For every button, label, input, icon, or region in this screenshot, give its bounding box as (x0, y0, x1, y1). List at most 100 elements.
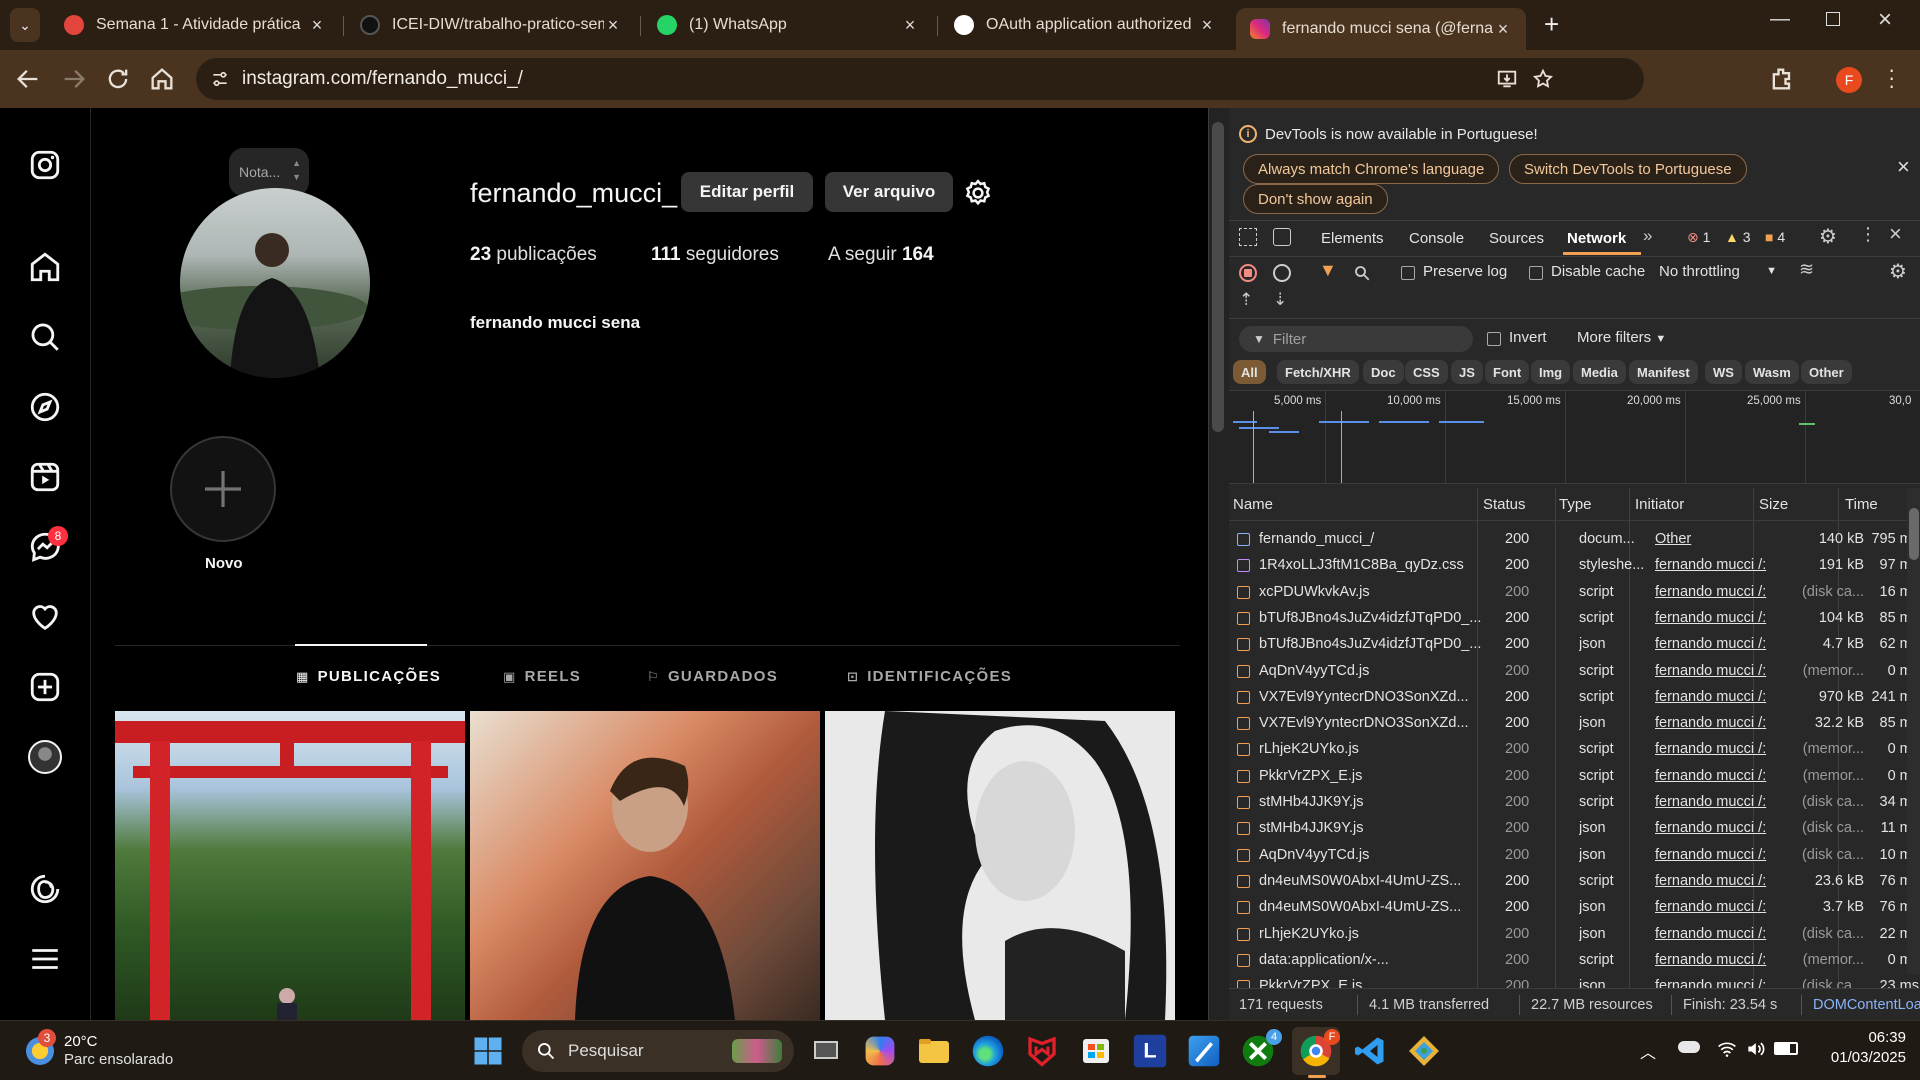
post-thumbnail-1[interactable] (115, 711, 465, 1020)
git-tool-icon[interactable] (1406, 1033, 1442, 1069)
tab-network[interactable]: Network (1567, 230, 1626, 247)
clock[interactable]: 06:39 01/03/2025 (1820, 1029, 1906, 1066)
close-icon[interactable]: × (901, 15, 919, 36)
table-row[interactable]: data:application/x-... 200 script fernando … (1229, 947, 1919, 973)
tray-overflow-icon[interactable]: ︿ (1640, 1039, 1656, 1063)
chip-fetch-xhr[interactable]: Fetch/XHR (1277, 360, 1359, 384)
close-icon[interactable]: × (308, 15, 326, 36)
home-icon[interactable] (28, 250, 62, 284)
close-banner-icon[interactable]: × (1897, 154, 1910, 180)
cell-initiator[interactable]: fernando mucci /: (1655, 741, 1780, 757)
table-row[interactable]: PkkrVrZPX_E.js 200 script fernando mucci /:… (1229, 763, 1919, 789)
wifi-icon[interactable] (1716, 1039, 1738, 1059)
profile-avatar[interactable]: F (1836, 67, 1862, 93)
issues-count[interactable]: ■ 4 (1765, 229, 1785, 245)
close-icon[interactable]: × (1198, 15, 1216, 36)
edge-icon[interactable] (972, 1035, 1004, 1067)
weather-widget[interactable]: 3 20°C Parc ensolarado (22, 1029, 202, 1073)
back-icon[interactable] (14, 65, 42, 93)
export-har-icon[interactable]: ⇣ (1273, 290, 1287, 310)
install-app-icon[interactable] (1496, 68, 1518, 90)
table-row[interactable]: dn4euMS0W0AbxI-4UmU-ZS... 200 json fernando… (1229, 894, 1919, 920)
record-icon[interactable] (1239, 264, 1257, 282)
network-conditions-icon[interactable]: ≋ (1799, 259, 1814, 280)
paint-app-icon[interactable] (1188, 1035, 1220, 1067)
chip-font[interactable]: Font (1485, 360, 1530, 384)
tab-1[interactable]: ICEI-DIW/trabalho-pratico-sem × (346, 6, 636, 44)
devtools-menu-icon[interactable]: ⋮ (1859, 224, 1877, 245)
table-row[interactable]: stMHb4JJK9Y.js 200 script fernando mucci /:… (1229, 789, 1919, 815)
forward-icon[interactable] (60, 65, 88, 93)
close-devtools-icon[interactable]: × (1889, 221, 1902, 247)
tab-reels[interactable]: ▣ REELS (503, 668, 581, 685)
table-row[interactable]: dn4euMS0W0AbxI-4UmU-ZS... 200 script fernan… (1229, 868, 1919, 894)
new-tab-button[interactable]: + (1544, 9, 1559, 40)
cell-initiator[interactable]: fernando mucci /: (1655, 847, 1780, 863)
table-row[interactable]: 1R4xoLLJ3ftM1C8Ba_qyDz.css 200 styleshe...… (1229, 552, 1919, 578)
cell-initiator[interactable]: fernando mucci /: (1655, 663, 1780, 679)
chip-doc[interactable]: Doc (1363, 360, 1404, 384)
preserve-log-checkbox[interactable] (1401, 266, 1415, 280)
windows-start-icon[interactable] (470, 1033, 506, 1069)
tab-saved[interactable]: ⚐ GUARDADOS (647, 668, 778, 685)
threads-icon[interactable] (28, 872, 62, 906)
file-explorer-icon[interactable] (916, 1033, 952, 1069)
maximize-button[interactable] (1826, 12, 1840, 26)
filter-funnel-icon[interactable]: ▼ (1319, 260, 1337, 281)
search-icon[interactable] (1353, 264, 1371, 282)
throttling-select[interactable]: No throttling ▼ (1659, 263, 1777, 280)
chip-ws[interactable]: WS (1705, 360, 1742, 384)
cell-initiator[interactable]: fernando mucci /: (1655, 926, 1780, 942)
create-plus-icon[interactable] (28, 670, 62, 704)
mcafee-icon[interactable] (1024, 1033, 1060, 1069)
home-icon[interactable] (148, 65, 176, 93)
search-icon[interactable] (28, 320, 62, 354)
table-row[interactable]: rLhjeK2UYko.js 200 script fernando mucci /:… (1229, 736, 1919, 762)
table-row[interactable]: AqDnV4yyTCd.js 200 script fernando mucci /:… (1229, 658, 1919, 684)
tab-search-button[interactable]: ⌄ (10, 8, 40, 42)
dont-show-again-button[interactable]: Don't show again (1243, 184, 1388, 214)
cell-initiator[interactable]: fernando mucci /: (1655, 899, 1780, 915)
table-row[interactable]: xcPDUWkvkAv.js 200 script fernando mucci /:… (1229, 579, 1919, 605)
task-view-icon[interactable] (810, 1033, 846, 1069)
cell-initiator[interactable]: fernando mucci /: (1655, 820, 1780, 836)
more-menu-icon[interactable] (28, 942, 62, 976)
chip-manifest[interactable]: Manifest (1629, 360, 1698, 384)
onedrive-icon[interactable] (1678, 1041, 1700, 1053)
cell-initiator[interactable]: fernando mucci /: (1655, 636, 1780, 652)
vscode-icon[interactable] (1352, 1033, 1388, 1069)
page-scrollbar[interactable] (1209, 108, 1229, 1020)
following-stat[interactable]: A seguir 164 (828, 244, 934, 266)
tab-elements[interactable]: Elements (1321, 230, 1384, 247)
reels-icon[interactable] (28, 460, 62, 494)
close-icon[interactable]: × (604, 15, 622, 36)
table-row[interactable]: bTUf8JBno4sJuZv4idzfJTqPD0_... 200 json fer… (1229, 631, 1919, 657)
tab-sources[interactable]: Sources (1489, 230, 1544, 247)
view-archive-button[interactable]: Ver arquivo (825, 172, 953, 212)
extensions-icon[interactable] (1768, 65, 1796, 93)
chip-img[interactable]: Img (1531, 360, 1571, 384)
new-highlight-button[interactable] (170, 436, 276, 542)
cell-initiator[interactable]: fernando mucci /: (1655, 952, 1780, 968)
minimize-button[interactable]: — (1770, 8, 1790, 31)
cell-initiator[interactable]: fernando mucci /: (1655, 610, 1780, 626)
profile-nav-avatar[interactable] (28, 740, 62, 774)
col-initiator[interactable]: Initiator (1635, 496, 1684, 513)
devtools-settings-icon[interactable]: ⚙ (1819, 224, 1837, 249)
chip-other[interactable]: Other (1801, 360, 1852, 384)
tab-0[interactable]: Semana 1 - Atividade prática × (50, 6, 340, 44)
table-scrollbar[interactable] (1907, 488, 1920, 974)
more-tabs-icon[interactable]: » (1643, 226, 1652, 246)
microsoft-store-icon[interactable] (1078, 1033, 1114, 1069)
table-row[interactable]: VX7Evl9YyntecrDNO3SonXZd... 200 json fernan… (1229, 710, 1919, 736)
clear-icon[interactable] (1273, 264, 1291, 282)
cell-initiator[interactable]: fernando mucci /: (1655, 584, 1780, 600)
chip-css[interactable]: CSS (1405, 360, 1448, 384)
cell-initiator[interactable]: fernando mucci /: (1655, 768, 1780, 784)
col-type[interactable]: Type (1559, 496, 1592, 513)
cell-initiator[interactable]: fernando mucci /: (1655, 715, 1780, 731)
network-overview-timeline[interactable]: 5,000 ms 10,000 ms 15,000 ms 20,000 ms 2… (1229, 390, 1920, 484)
bookmark-star-icon[interactable] (1532, 68, 1554, 90)
cell-initiator[interactable]: fernando mucci /: (1655, 794, 1780, 810)
reload-icon[interactable] (104, 65, 132, 93)
